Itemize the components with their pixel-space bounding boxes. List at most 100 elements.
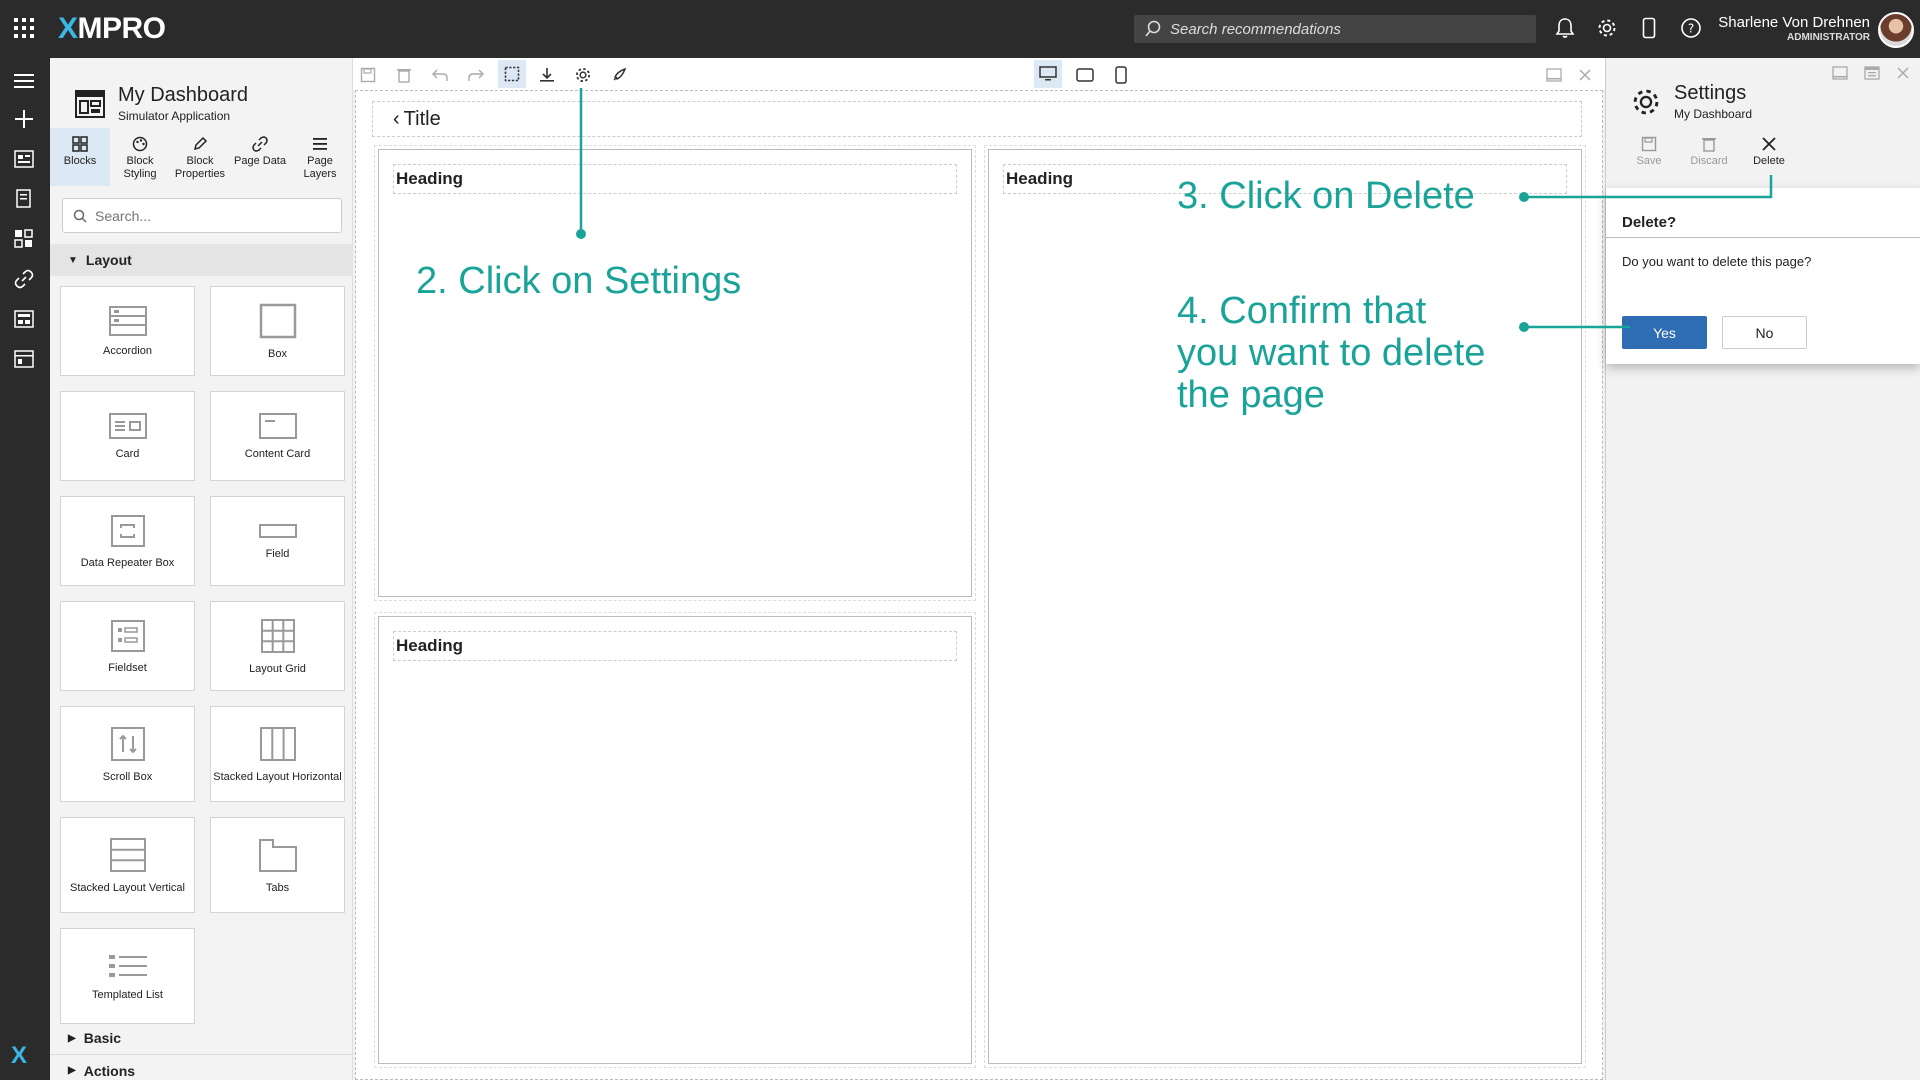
close-icon[interactable] [1574, 64, 1596, 86]
heading-block[interactable]: Heading [393, 631, 957, 661]
save-icon [1641, 136, 1657, 152]
calendar-icon[interactable] [13, 348, 35, 370]
category-basic[interactable]: ▶ Basic [50, 1022, 353, 1054]
tab-block-properties[interactable]: Block Properties [170, 128, 230, 186]
settings-actions: Save Discard Delete [1630, 136, 1788, 167]
mobile-view-icon[interactable] [1110, 64, 1132, 86]
block-tabs[interactable]: Tabs [210, 817, 345, 913]
tab-page-layers[interactable]: Page Layers [290, 128, 350, 186]
block-content-card[interactable]: Content Card [210, 391, 345, 481]
block-accordion[interactable]: Accordion [60, 286, 195, 376]
page-title-bar[interactable]: ‹ Title [372, 101, 1582, 137]
block-stacked-layout-vertical[interactable]: Stacked Layout Vertical [60, 817, 195, 913]
block-grid: Accordion Box Card Content Card Data Rep… [60, 286, 350, 1024]
trash-icon[interactable] [393, 64, 415, 86]
tablet-view-icon[interactable] [1074, 64, 1096, 86]
xmpro-x-icon[interactable]: X [11, 1042, 27, 1070]
link-icon[interactable] [13, 268, 35, 290]
scroll-box-icon [110, 726, 145, 761]
accordion-icon [108, 305, 147, 336]
no-button[interactable]: No [1722, 316, 1807, 349]
settings-title: Settings [1674, 82, 1747, 104]
box-icon [259, 303, 296, 338]
block-fieldset[interactable]: Fieldset [60, 601, 195, 691]
category-layout[interactable]: ▼ Layout [50, 244, 353, 276]
content-card-icon [258, 412, 297, 439]
save-button[interactable]: Save [1630, 136, 1668, 167]
block-data-repeater-box[interactable]: Data Repeater Box [60, 496, 195, 586]
block-card[interactable]: Card [60, 391, 195, 481]
blocks-icon [72, 136, 88, 152]
caret-right-icon: ▶ [68, 1032, 76, 1044]
delete-button[interactable]: Delete [1750, 136, 1788, 167]
desktop-view-icon[interactable] [1034, 60, 1062, 88]
undo-icon[interactable] [429, 64, 451, 86]
annotation-step-4: 4. Confirm that you want to delete the p… [1177, 290, 1486, 416]
gear-icon [1633, 89, 1659, 114]
tab-block-styling[interactable]: Block Styling [110, 128, 170, 186]
heading-block[interactable]: Heading [393, 164, 957, 194]
settings-header: Settings My Dashboard [1630, 82, 1752, 121]
bell-icon[interactable] [1553, 16, 1577, 40]
annotation-step-2: 2. Click on Settings [416, 260, 742, 302]
brand-logo[interactable]: XMPRO [58, 12, 166, 46]
data-repeater-icon [110, 514, 145, 547]
tab-page-data[interactable]: Page Data [230, 128, 290, 186]
documents-icon[interactable] [13, 188, 35, 210]
blocks-search-input[interactable] [62, 198, 342, 233]
mobile-device-icon[interactable] [1637, 16, 1661, 40]
layout-icon[interactable] [13, 308, 35, 330]
minimize-window-icon[interactable] [1543, 64, 1565, 86]
help-icon[interactable]: ? [1679, 16, 1703, 40]
minimize-window-icon[interactable] [1832, 66, 1848, 85]
user-info[interactable]: Sharlene Von Drehnen ADMINISTRATOR [1718, 14, 1870, 43]
download-icon[interactable] [536, 64, 558, 86]
palette-icon [132, 136, 148, 152]
tab-blocks[interactable]: Blocks [50, 128, 110, 186]
user-role: ADMINISTRATOR [1787, 32, 1870, 43]
close-icon[interactable] [1896, 66, 1910, 85]
stacked-vertical-icon [109, 837, 146, 872]
panel-tabs: Blocks Block Styling Block Properties Pa… [50, 128, 353, 186]
app-launcher-icon[interactable] [14, 18, 34, 38]
apps-icon[interactable] [13, 228, 35, 250]
layout-box-right[interactable]: Heading [984, 145, 1586, 1068]
layout-grid-icon [260, 618, 295, 653]
block-templated-list[interactable]: Templated List [60, 928, 195, 1024]
dashboard-page-icon [75, 89, 105, 118]
block-layout-grid[interactable]: Layout Grid [210, 601, 345, 691]
settings-gear-icon[interactable] [572, 64, 594, 86]
redo-icon[interactable] [465, 64, 487, 86]
rocket-icon[interactable] [608, 64, 630, 86]
design-canvas: ‹ Title Heading Heading Heading [353, 90, 1605, 1080]
layout-box-top-left[interactable]: Heading [374, 145, 976, 601]
block-stacked-layout-horizontal[interactable]: Stacked Layout Horizontal [210, 706, 345, 802]
trash-icon [1702, 138, 1716, 152]
yes-button[interactable]: Yes [1622, 316, 1707, 349]
blocks-panel: My Dashboard Simulator Application Block… [50, 58, 353, 1080]
discard-button[interactable]: Discard [1690, 136, 1728, 167]
add-icon[interactable] [13, 108, 35, 130]
block-box[interactable]: Box [210, 286, 345, 376]
caret-down-icon: ▼ [68, 254, 78, 266]
block-scroll-box[interactable]: Scroll Box [60, 706, 195, 802]
avatar[interactable] [1878, 12, 1914, 48]
save-icon[interactable] [357, 64, 379, 86]
page-frame: ‹ Title Heading Heading Heading [355, 90, 1603, 1080]
select-outline-icon[interactable] [498, 60, 526, 88]
menu-icon[interactable] [13, 70, 35, 92]
search-recommendations-input[interactable]: Search recommendations [1134, 15, 1536, 43]
gear-icon[interactable] [1595, 16, 1619, 40]
page-title: My Dashboard [118, 84, 249, 106]
block-field[interactable]: Field [210, 496, 345, 586]
close-icon [1762, 137, 1776, 151]
chevron-left-icon[interactable]: ‹ [393, 108, 400, 131]
category-actions[interactable]: ▶ Actions [50, 1054, 353, 1086]
field-icon [258, 523, 297, 538]
pencil-icon [193, 136, 208, 151]
dashboard-icon[interactable] [13, 148, 35, 170]
link-icon [252, 136, 268, 152]
maximize-window-icon[interactable] [1864, 66, 1880, 85]
blocks-search-field[interactable] [95, 207, 325, 224]
layout-box-bottom-left[interactable]: Heading [374, 612, 976, 1068]
